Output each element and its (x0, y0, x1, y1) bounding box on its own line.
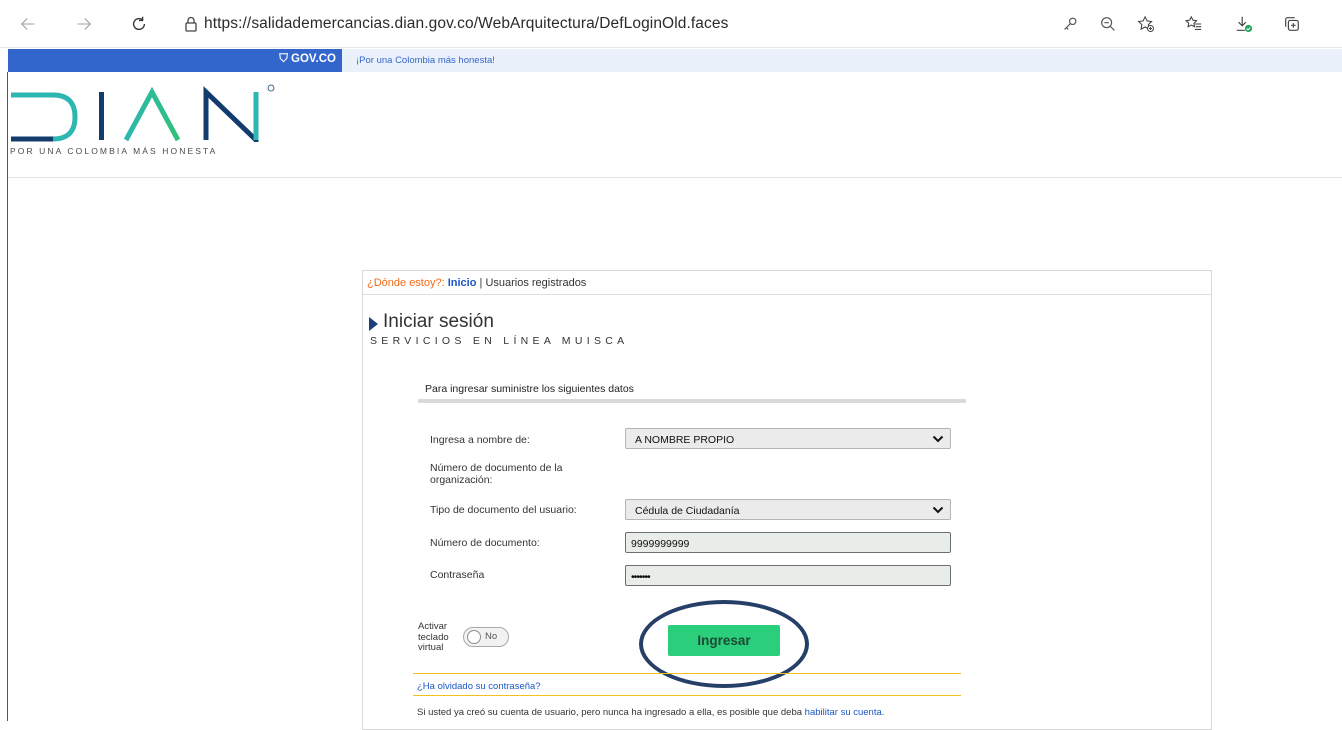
breadcrumb: ¿Dónde estoy?: Inicio | Usuarios registr… (367, 277, 586, 289)
on-behalf-label: Ingresa a nombre de: (430, 434, 530, 446)
highlight-ring (639, 600, 809, 688)
forgot-password-link[interactable]: ¿Ha olvidado su contraseña? (417, 681, 541, 692)
doc-type-label: Tipo de documento del usuario: (430, 504, 577, 516)
key-button[interactable] (1060, 14, 1080, 34)
back-arrow-icon (20, 18, 35, 30)
form-header: Para ingresar suministre los siguientes … (425, 383, 634, 395)
gov-bar-slogan-area: ¡Por una Colombia más honesta! (342, 49, 1342, 72)
back-button[interactable] (18, 14, 38, 34)
org-doc-label-line1: Número de documento de la (430, 462, 563, 474)
refresh-button[interactable] (129, 14, 149, 34)
dian-logo[interactable] (9, 82, 279, 142)
activate-account-text: Si usted ya creó su cuenta de usuario, p… (417, 707, 805, 718)
page-subtitle: SERVICIOS EN LÍNEA MUISCA (370, 335, 629, 347)
password-label: Contraseña (430, 569, 485, 581)
key-icon (1064, 17, 1077, 30)
collections-icon (1285, 17, 1299, 31)
collections-button[interactable] (1282, 14, 1302, 34)
password-value: ••••••• (631, 571, 651, 583)
left-border (7, 72, 8, 721)
toggle-knob (467, 630, 481, 644)
favorites-list-icon (1185, 15, 1202, 30)
doc-number-value: 9999999999 (631, 538, 690, 550)
on-behalf-value: A NOMBRE PROPIO (635, 434, 735, 446)
virtual-keyboard-label: Activar teclado virtual (418, 621, 458, 654)
header-divider (8, 177, 1342, 178)
forgot-divider-bottom (413, 695, 961, 696)
lock-icon (185, 16, 197, 32)
star-plus-icon (1137, 15, 1154, 32)
virtual-keyboard-label-3: virtual (418, 642, 444, 653)
login-panel: ¿Dónde estoy?: Inicio | Usuarios registr… (362, 270, 1212, 730)
org-doc-label: Número de documento de la organización: (430, 462, 563, 486)
refresh-icon (132, 16, 146, 31)
doc-type-value: Cédula de Ciudadanía (635, 505, 740, 517)
doc-number-label: Número de documento: (430, 537, 540, 549)
downloads-button[interactable] (1234, 14, 1254, 34)
gov-co-logo[interactable]: ⛉ GOV.CO (279, 53, 336, 66)
breadcrumb-divider (363, 294, 1211, 295)
org-doc-label-line2: organización: (430, 474, 493, 486)
breadcrumb-current: Usuarios registrados (485, 277, 587, 289)
zoom-out-icon (1101, 17, 1115, 31)
virtual-keyboard-label-1: Activar (418, 621, 448, 632)
page-title: Iniciar sesión (383, 311, 494, 332)
activate-account-link[interactable]: habilitar su cuenta. (805, 707, 885, 718)
gov-bar: ⛉ GOV.CO ¡Por una Colombia más honesta! (8, 49, 1342, 72)
on-behalf-select[interactable]: A NOMBRE PROPIO (625, 428, 951, 449)
address-bar[interactable]: https://salidademercancias.dian.gov.co/W… (172, 9, 1038, 39)
activate-account-note: Si usted ya creó su cuenta de usuario, p… (417, 707, 884, 718)
doc-type-select[interactable]: Cédula de Ciudadanía (625, 499, 951, 520)
breadcrumb-label: ¿Dónde estoy?: (367, 277, 445, 289)
chevron-down-icon (932, 506, 944, 514)
url-text: https://salidademercancias.dian.gov.co/W… (204, 15, 729, 32)
forward-arrow-icon (77, 18, 92, 30)
doc-number-input[interactable]: 9999999999 (625, 532, 951, 553)
chevron-down-icon (932, 435, 944, 443)
form-header-divider (418, 399, 966, 403)
toggle-state: No (485, 631, 498, 642)
forward-button[interactable] (74, 14, 94, 34)
zoom-out-button[interactable] (1098, 14, 1118, 34)
password-input[interactable]: ••••••• (625, 565, 951, 586)
dian-tagline: POR UNA COLOMBIA MÁS HONESTA (10, 146, 218, 156)
download-icon (1236, 16, 1253, 33)
title-arrow-icon (369, 317, 378, 331)
shield-icon: ⛉ (279, 53, 292, 65)
favorites-button[interactable] (1184, 14, 1204, 34)
add-favorite-button[interactable] (1136, 14, 1156, 34)
forgot-divider-top (413, 673, 961, 674)
gov-bar-logo-area: ⛉ GOV.CO (8, 49, 342, 72)
breadcrumb-home-link[interactable]: Inicio (448, 277, 477, 289)
browser-toolbar: https://salidademercancias.dian.gov.co/W… (0, 0, 1342, 48)
gov-slogan: ¡Por una Colombia más honesta! (356, 55, 495, 66)
virtual-keyboard-toggle[interactable]: No (463, 627, 509, 647)
